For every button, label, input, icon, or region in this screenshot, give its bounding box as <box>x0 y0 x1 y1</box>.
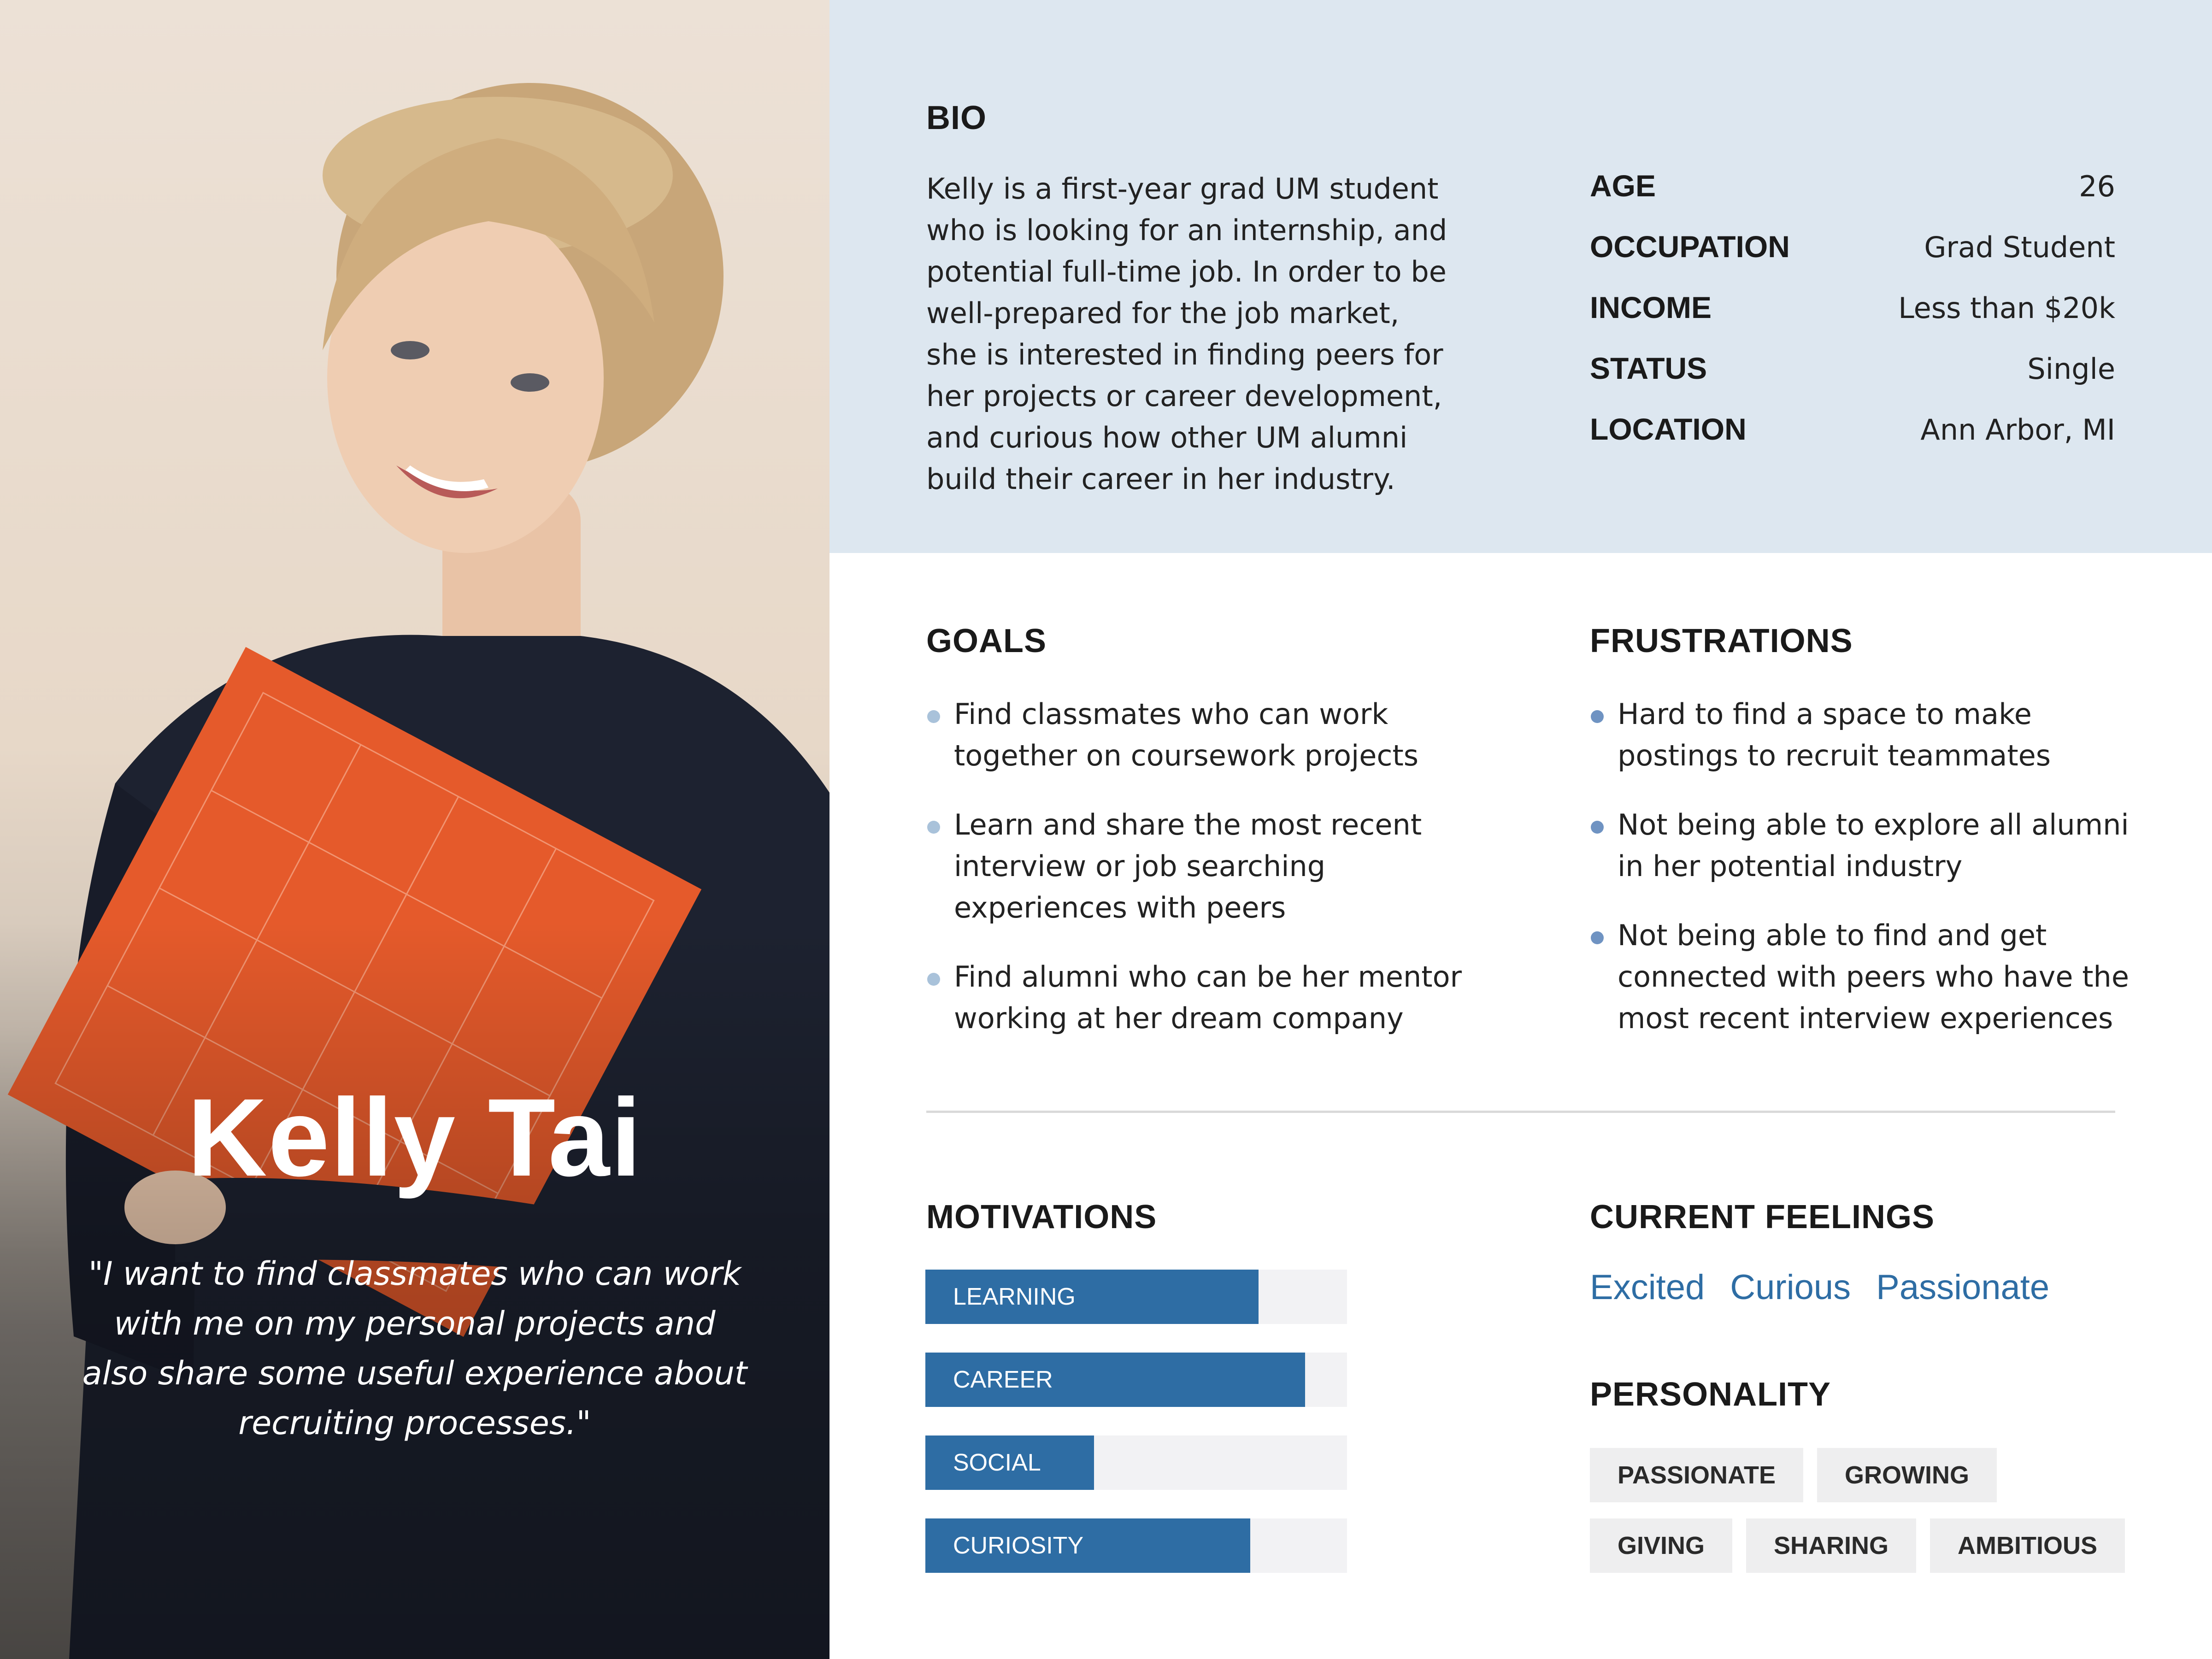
feelings-title: CURRENT FEELINGS <box>1590 1199 1935 1235</box>
goals-list: Find classmates who can work together on… <box>926 694 1479 1067</box>
goal-text: Find alumni who can be her mentor workin… <box>954 960 1462 1035</box>
list-item: Learn and share the most recent intervie… <box>926 804 1479 929</box>
personality-tag: GROWING <box>1817 1448 1997 1502</box>
goal-text: Find classmates who can work together on… <box>954 697 1419 772</box>
fact-row-status: STATUS Single <box>1590 351 2115 412</box>
motivation-label: CURIOSITY <box>953 1532 1084 1559</box>
frustration-text: Not being able to explore all alumni in … <box>1618 808 2129 883</box>
fact-label: LOCATION <box>1590 412 1747 446</box>
list-item: Find classmates who can work together on… <box>926 694 1479 777</box>
fact-row-age: AGE 26 <box>1590 168 2115 229</box>
fact-value: Less than $20k <box>1898 291 2115 325</box>
personality-tag: SHARING <box>1746 1518 1917 1573</box>
fact-row-income: INCOME Less than $20k <box>1590 290 2115 351</box>
fact-label: INCOME <box>1590 290 1712 324</box>
fact-value: Ann Arbor, MI <box>1920 413 2115 447</box>
motivation-label: LEARNING <box>953 1283 1076 1310</box>
persona-name: Kelly Tai <box>187 1076 642 1199</box>
bullet-dot-icon <box>1591 710 1604 723</box>
persona-quote: "I want to find classmates who can work … <box>82 1255 747 1442</box>
frustrations-list: Hard to find a space to make postings to… <box>1590 694 2134 1067</box>
list-item: Not being able to explore all alumni in … <box>1590 804 2134 887</box>
goals-title: GOALS <box>926 623 1047 659</box>
fact-row-occupation: OCCUPATION Grad Student <box>1590 229 2115 290</box>
motivation-bar-social: SOCIAL <box>925 1435 1347 1490</box>
fact-row-location: LOCATION Ann Arbor, MI <box>1590 412 2115 472</box>
personality-title: PERSONALITY <box>1590 1376 1831 1413</box>
personality-tag-row: GIVING SHARING AMBITIOUS <box>1590 1518 2125 1573</box>
persona-photo-panel: Kelly Tai "I want to find classmates who… <box>0 0 830 1659</box>
motivation-bar-learning: LEARNING <box>925 1270 1347 1324</box>
bullet-dot-icon <box>1591 821 1604 834</box>
motivation-label: SOCIAL <box>953 1449 1041 1476</box>
section-divider <box>926 1111 2115 1113</box>
feelings-list: Excited Curious Passionate <box>1590 1267 2049 1307</box>
fact-value: Single <box>2027 352 2115 386</box>
frustrations-title: FRUSTRATIONS <box>1590 623 1853 659</box>
bullet-dot-icon <box>1591 931 1604 944</box>
fact-value: Grad Student <box>1924 230 2115 264</box>
fact-label: STATUS <box>1590 351 1707 385</box>
frustration-text: Not being able to find and get connected… <box>1618 918 2129 1035</box>
list-item: Hard to find a space to make postings to… <box>1590 694 2134 777</box>
frustration-text: Hard to find a space to make postings to… <box>1618 697 2051 772</box>
bullet-dot-icon <box>927 710 940 723</box>
motivation-bar-curiosity: CURIOSITY <box>925 1518 1347 1573</box>
motivations-bars: LEARNING CAREER SOCIAL CURIOSITY <box>925 1270 1347 1601</box>
feeling-item: Excited <box>1590 1268 1705 1307</box>
fact-label: OCCUPATION <box>1590 229 1790 264</box>
personality-tag: PASSIONATE <box>1590 1448 1804 1502</box>
bullet-dot-icon <box>927 973 940 986</box>
demographics-list: AGE 26 OCCUPATION Grad Student INCOME Le… <box>1590 168 2115 472</box>
list-item: Find alumni who can be her mentor workin… <box>926 956 1479 1039</box>
bio-title: BIO <box>926 100 987 136</box>
list-item: Not being able to find and get connected… <box>1590 915 2134 1039</box>
bullet-dot-icon <box>927 821 940 834</box>
personality-tag-row: PASSIONATE GROWING <box>1590 1448 1997 1502</box>
feeling-item: Curious <box>1730 1268 1851 1307</box>
motivation-bar-career: CAREER <box>925 1353 1347 1407</box>
personality-tag: AMBITIOUS <box>1930 1518 2125 1573</box>
feeling-item: Passionate <box>1876 1268 2050 1307</box>
fact-value: 26 <box>2079 170 2115 203</box>
motivation-label: CAREER <box>953 1366 1053 1393</box>
fact-label: AGE <box>1590 169 1656 203</box>
personality-tag: GIVING <box>1590 1518 1733 1573</box>
bio-text: Kelly is a first-year grad UM student wh… <box>926 172 1447 496</box>
goal-text: Learn and share the most recent intervie… <box>954 808 1422 924</box>
motivations-title: MOTIVATIONS <box>926 1199 1157 1235</box>
